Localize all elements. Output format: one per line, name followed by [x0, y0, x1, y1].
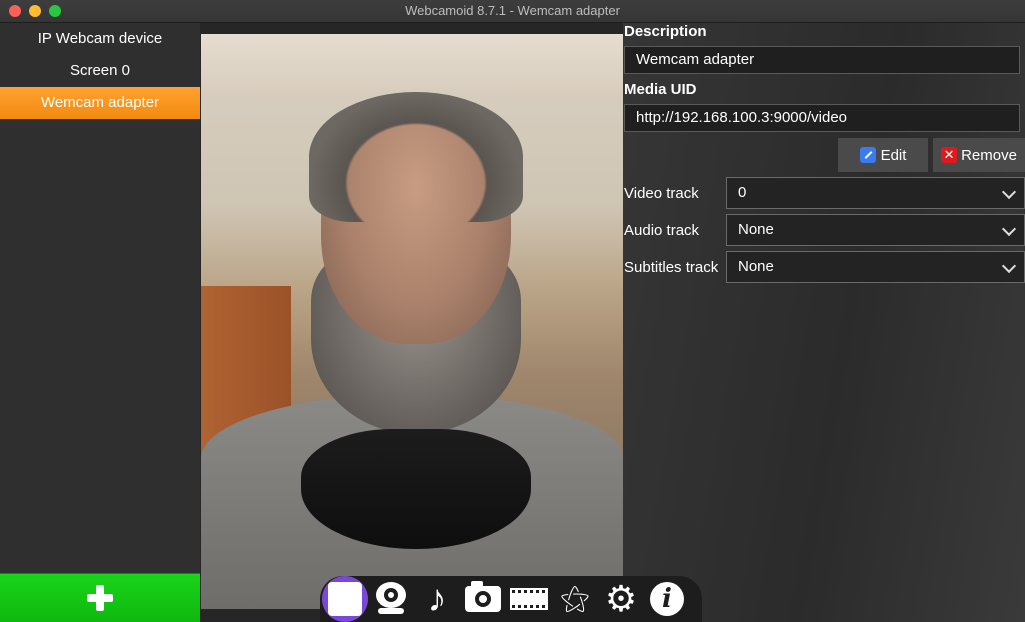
device-list: IP Webcam device Screen 0 Wemcam adapter: [0, 23, 200, 622]
edit-button[interactable]: Edit: [838, 138, 928, 172]
description-label: Description: [624, 23, 707, 40]
description-field[interactable]: Wemcam adapter: [624, 46, 1020, 74]
magic-wand-icon: ⚝: [560, 582, 590, 615]
audio-track-label: Audio track: [624, 222, 700, 239]
video-hair: [309, 92, 523, 222]
info-icon: i: [650, 582, 684, 616]
take-photo-button[interactable]: [460, 577, 506, 621]
close-icon: ✕: [941, 147, 958, 163]
record-video-button[interactable]: [506, 577, 552, 621]
stop-icon: [328, 582, 362, 616]
audio-track-select[interactable]: None: [726, 214, 1025, 246]
video-track-label: Video track: [624, 185, 699, 202]
video-track-value: 0: [738, 184, 747, 201]
settings-button[interactable]: ⚙: [598, 577, 644, 621]
pencil-icon: [859, 147, 876, 163]
gear-icon: ⚙: [604, 578, 638, 619]
remove-button[interactable]: ✕ Remove: [933, 138, 1025, 172]
film-icon: [510, 588, 548, 610]
window-title: Webcamoid 8.7.1 - Wemcam adapter: [405, 3, 620, 18]
device-item-wemcam-adapter[interactable]: Wemcam adapter: [0, 87, 200, 119]
video-track-select[interactable]: 0: [726, 177, 1025, 209]
webcam-button[interactable]: [368, 577, 414, 621]
music-note-icon: ♪: [427, 577, 447, 620]
webcam-icon: [374, 582, 408, 616]
title-bar: Webcamoid 8.7.1 - Wemcam adapter: [0, 0, 1025, 23]
about-button[interactable]: i: [644, 577, 690, 621]
video-wall: [201, 34, 623, 94]
minimize-window-button[interactable]: [29, 5, 41, 17]
audio-button[interactable]: ♪: [414, 577, 460, 621]
video-preview: [201, 34, 623, 609]
camera-icon: [465, 581, 501, 612]
add-device-button[interactable]: [0, 573, 200, 622]
chevron-down-icon: [1001, 221, 1017, 237]
close-window-button[interactable]: [9, 5, 21, 17]
maximize-window-button[interactable]: [49, 5, 61, 17]
audio-track-value: None: [738, 221, 774, 238]
media-uid-label: Media UID: [624, 81, 697, 98]
effects-button[interactable]: ⚝: [552, 577, 598, 621]
stop-button[interactable]: [322, 576, 368, 622]
media-uid-field[interactable]: http://192.168.100.3:9000/video: [624, 104, 1020, 132]
device-properties-panel: Description Wemcam adapter Media UID htt…: [623, 23, 1025, 283]
main-toolbar: ♪ ⚝ ⚙ i: [320, 576, 702, 622]
remove-button-label: Remove: [961, 146, 1017, 164]
device-item-screen-0[interactable]: Screen 0: [0, 55, 200, 87]
device-item-ip-webcam[interactable]: IP Webcam device: [0, 23, 200, 55]
chevron-down-icon: [1001, 258, 1017, 274]
chevron-down-icon: [1001, 184, 1017, 200]
video-mask: [301, 429, 531, 549]
plus-icon: [87, 585, 113, 611]
subtitles-track-label: Subtitles track: [624, 259, 719, 276]
subtitles-track-select[interactable]: None: [726, 251, 1025, 283]
edit-button-label: Edit: [880, 146, 907, 164]
subtitles-track-value: None: [738, 258, 774, 275]
